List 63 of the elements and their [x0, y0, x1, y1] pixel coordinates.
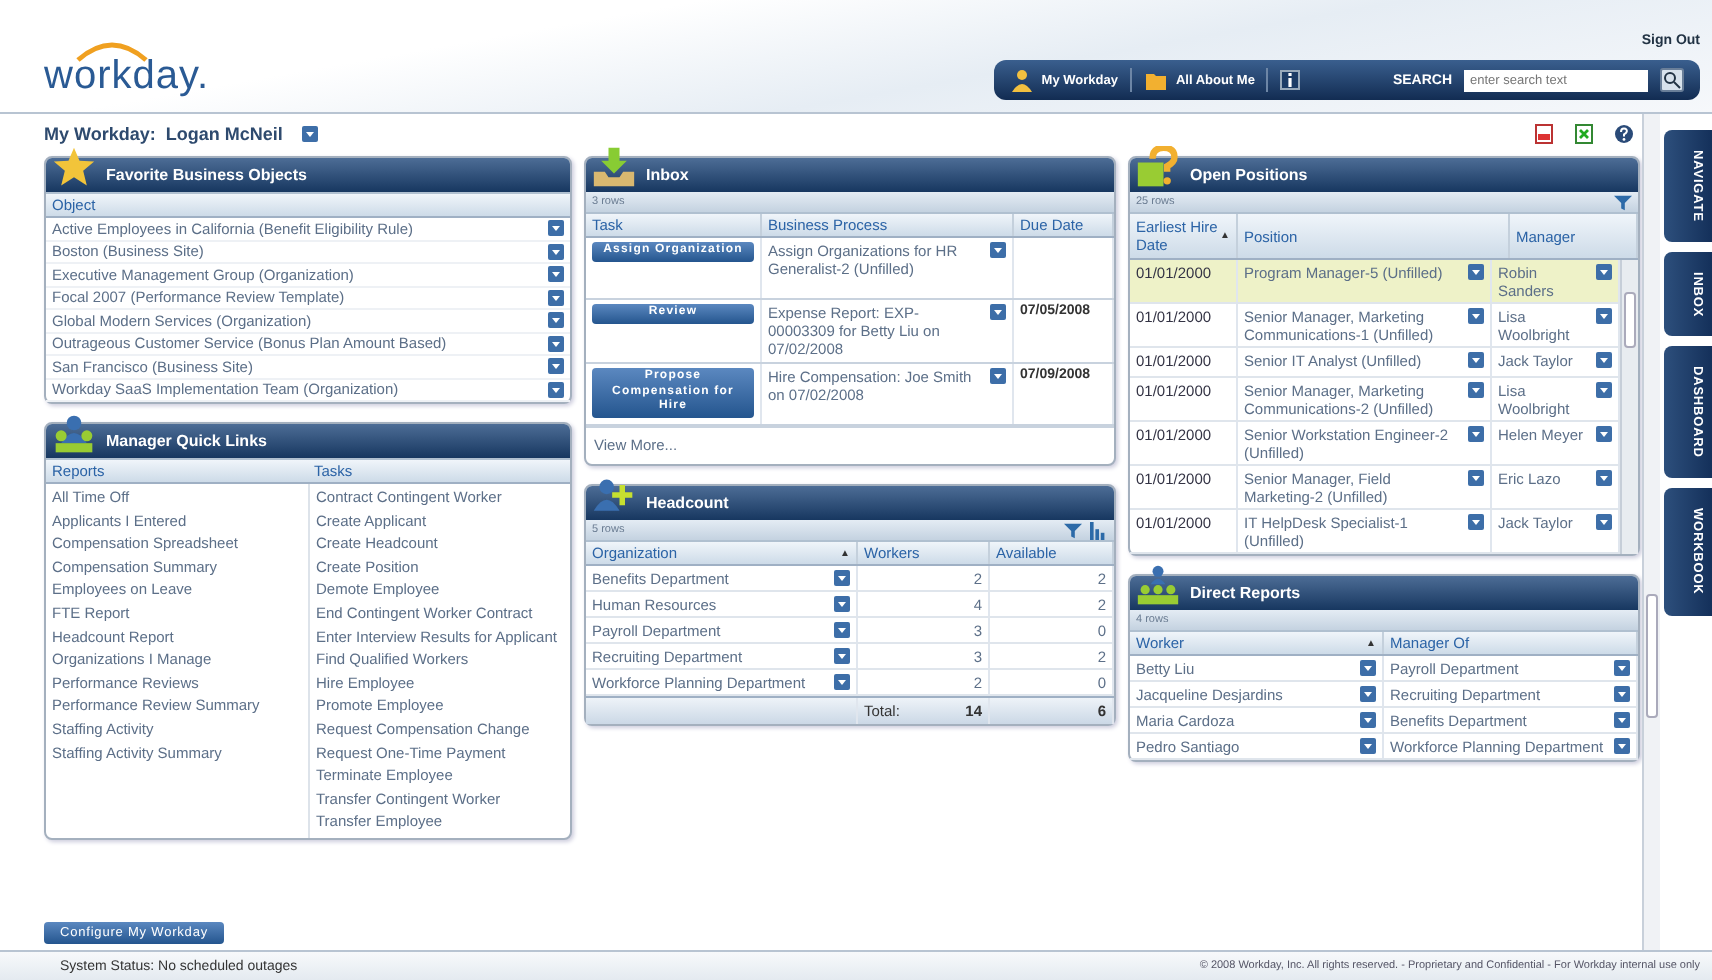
people-icon — [52, 412, 96, 456]
arrow-square-icon[interactable] — [1596, 351, 1612, 367]
arrow-square-icon[interactable] — [1360, 685, 1376, 701]
help-icon[interactable] — [1614, 124, 1634, 144]
search-icon[interactable] — [1660, 68, 1684, 92]
scrollbar[interactable] — [1620, 260, 1638, 554]
panel-title: Direct Reports — [1190, 584, 1301, 602]
arrow-square-icon[interactable] — [1468, 263, 1484, 279]
arrow-square-icon[interactable] — [1614, 737, 1630, 753]
person-icon — [1009, 68, 1034, 92]
arrow-square-icon[interactable] — [1614, 685, 1630, 701]
arrow-square-icon[interactable] — [990, 368, 1006, 384]
bar-chart-icon[interactable] — [1090, 521, 1108, 539]
pdf-icon[interactable] — [1534, 124, 1554, 144]
panel-title: Open Positions — [1190, 166, 1308, 184]
arrow-square-icon[interactable] — [990, 242, 1006, 258]
arrow-square-icon[interactable] — [834, 647, 850, 663]
arrow-square-icon[interactable] — [1468, 351, 1484, 367]
arrow-square-icon[interactable] — [1360, 711, 1376, 727]
star-icon — [52, 146, 96, 190]
arrow-square-icon[interactable] — [548, 243, 564, 260]
arrow-square-icon[interactable] — [548, 381, 564, 398]
arrow-square-icon[interactable] — [1468, 513, 1484, 529]
arrow-square-icon[interactable] — [548, 335, 564, 352]
arrow-square-icon[interactable] — [548, 312, 564, 329]
arrow-square-icon[interactable] — [1596, 469, 1612, 485]
arrow-square-icon[interactable] — [548, 220, 564, 237]
arrow-square-icon[interactable] — [834, 569, 850, 585]
logo-arc-icon — [72, 38, 152, 62]
panel-title: Headcount — [646, 494, 729, 512]
arrow-square-icon[interactable] — [834, 621, 850, 637]
panel-title: Manager Quick Links — [106, 432, 267, 450]
arrow-square-icon[interactable] — [1596, 425, 1612, 441]
inbox-tray-icon — [592, 146, 636, 190]
group-icon — [1136, 564, 1180, 608]
arrow-square-icon[interactable] — [1614, 659, 1630, 675]
logo[interactable]: workday. — [44, 54, 210, 100]
arrow-square-icon[interactable] — [548, 358, 564, 375]
arrow-square-icon[interactable] — [1468, 469, 1484, 485]
arrow-square-icon[interactable] — [834, 673, 850, 689]
arrow-square-icon[interactable] — [1468, 381, 1484, 397]
page-title: My Workday: Logan McNeil — [44, 124, 283, 144]
arrow-square-icon[interactable] — [548, 266, 564, 283]
question-mark-icon — [1136, 146, 1180, 190]
arrow-square-icon[interactable] — [834, 595, 850, 611]
panel-title: Favorite Business Objects — [106, 166, 307, 184]
arrow-square-icon[interactable] — [1614, 711, 1630, 727]
arrow-square-icon[interactable] — [302, 126, 319, 142]
arrow-square-icon[interactable] — [1596, 263, 1612, 279]
info-icon[interactable] — [1280, 70, 1301, 90]
arrow-square-icon[interactable] — [548, 289, 564, 306]
spreadsheet-icon[interactable] — [1574, 124, 1594, 144]
arrow-square-icon[interactable] — [1596, 513, 1612, 529]
arrow-square-icon[interactable] — [1468, 425, 1484, 441]
arrow-square-icon[interactable] — [1360, 659, 1376, 675]
panel-title: Inbox — [646, 166, 689, 184]
arrow-square-icon[interactable] — [1596, 307, 1612, 323]
arrow-square-icon[interactable] — [990, 304, 1006, 320]
arrow-square-icon[interactable] — [1360, 737, 1376, 753]
arrow-square-icon[interactable] — [1468, 307, 1484, 323]
page-scrollbar[interactable] — [1642, 114, 1660, 950]
folder-icon — [1143, 68, 1168, 92]
arrow-square-icon[interactable] — [1596, 381, 1612, 397]
